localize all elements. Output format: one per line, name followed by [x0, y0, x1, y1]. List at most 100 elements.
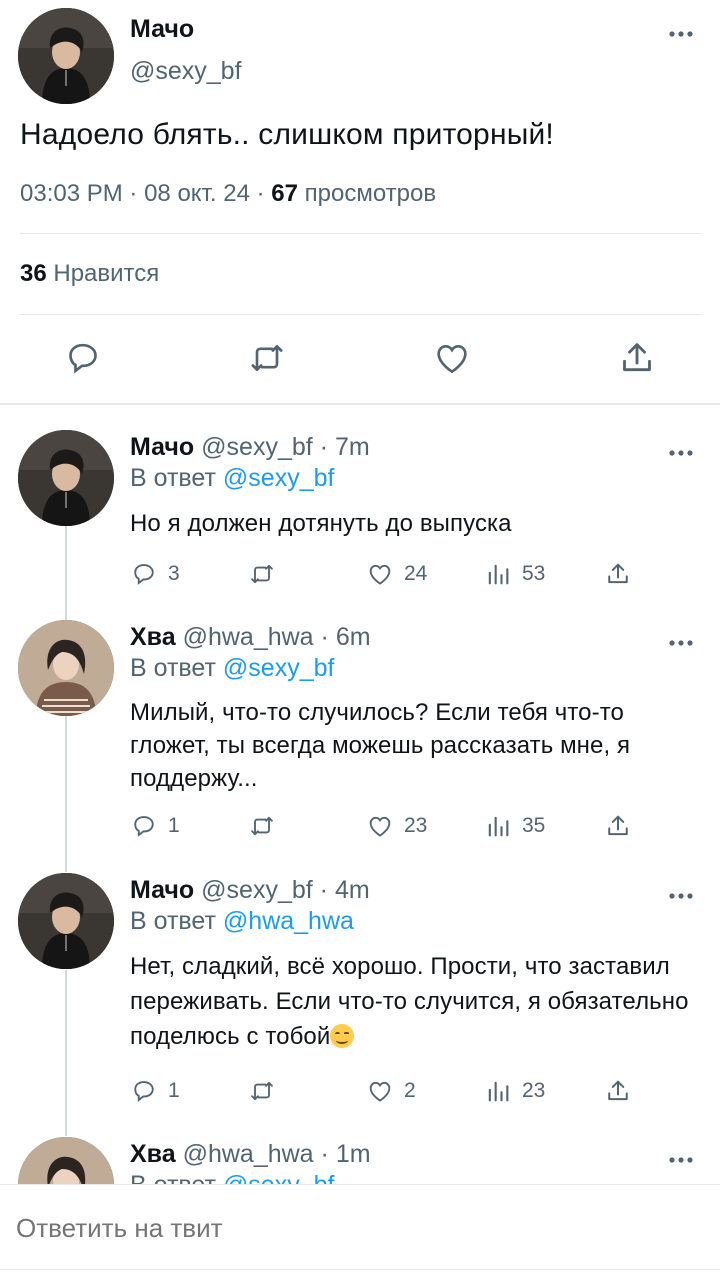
share-button[interactable] [604, 1075, 632, 1107]
reply-header: Мачо @sexy_bf · 7m [130, 433, 370, 462]
retweet-icon[interactable] [247, 338, 287, 378]
reply-button[interactable]: 3 [130, 558, 180, 590]
share-icon [604, 1077, 632, 1105]
author-name[interactable]: Мачо [130, 433, 194, 461]
heart-icon[interactable] [432, 338, 472, 378]
more-icon[interactable] [666, 443, 696, 463]
likes-summary[interactable]: 36 Нравится [20, 260, 159, 288]
main-tweet: Мачо @sexy_bf Надоело блять.. слишком пр… [0, 0, 720, 404]
author-name[interactable]: Хва [130, 623, 176, 651]
meta-dot: · [320, 623, 336, 651]
reply-time: 4m [334, 876, 370, 904]
share-button[interactable] [604, 558, 632, 590]
action-bar: 3 24 53 [130, 558, 650, 590]
tweet-meta: 03:03 PM · 08 окт. 24 · 67 просмотров [20, 180, 436, 208]
smiling-face-emoji [330, 1024, 355, 1048]
in-reply-to: В ответ @sexy_bf [130, 654, 334, 683]
thread-line [65, 716, 67, 872]
reply-button[interactable]: 1 [130, 1075, 180, 1107]
reply-input[interactable] [16, 1213, 616, 1244]
more-icon[interactable] [666, 633, 696, 653]
in-reply-to: В ответ @sexy_bf [130, 1171, 334, 1184]
author-handle[interactable]: @hwa_hwa [183, 623, 314, 651]
share-button[interactable] [604, 810, 632, 842]
in-reply-label: В ответ [130, 464, 216, 492]
like-button[interactable]: 2 [366, 1075, 416, 1107]
mention-link[interactable]: @hwa_hwa [223, 907, 354, 935]
reply-icon [130, 1077, 158, 1105]
avatar[interactable] [18, 8, 114, 104]
reply-tweet[interactable]: Хва @hwa_hwa · 1m В ответ @sexy_bf [0, 1137, 720, 1184]
meta-dot: · [129, 180, 145, 207]
more-icon[interactable] [666, 24, 696, 44]
in-reply-label: В ответ [130, 1171, 216, 1184]
views-count: 53 [522, 562, 546, 585]
heart-icon [366, 560, 394, 588]
views-icon [484, 1077, 512, 1105]
like-count: 24 [404, 562, 428, 585]
author-name[interactable]: Мачо [130, 15, 194, 44]
reply-icon[interactable] [63, 338, 103, 378]
reply-button[interactable]: 1 [130, 810, 180, 842]
likes-label: Нравится [53, 260, 160, 287]
divider [20, 314, 702, 315]
avatar[interactable] [18, 873, 114, 969]
avatar-image [18, 430, 114, 526]
in-reply-to: В ответ @hwa_hwa [130, 907, 354, 936]
views-button[interactable]: 23 [484, 1075, 545, 1107]
avatar-image [18, 8, 114, 104]
divider [20, 233, 702, 234]
author-handle[interactable]: @sexy_bf [201, 433, 313, 461]
share-icon [604, 812, 632, 840]
divider [0, 1269, 720, 1270]
action-bar: 1 23 35 [130, 810, 650, 842]
author-name[interactable]: Хва [130, 1140, 176, 1168]
share-icon [604, 560, 632, 588]
views-count: 67 [271, 180, 298, 207]
retweet-button[interactable] [248, 1075, 276, 1107]
views-count: 35 [522, 814, 546, 837]
views-label: просмотров [304, 180, 437, 207]
reply-header: Хва @hwa_hwa · 6m [130, 623, 371, 652]
section-divider [0, 403, 720, 405]
views-button[interactable]: 35 [484, 810, 545, 842]
mention-link[interactable]: @sexy_bf [223, 654, 335, 682]
reply-header: Мачо @sexy_bf · 4m [130, 876, 370, 905]
author-handle[interactable]: @sexy_bf [201, 876, 313, 904]
reply-icon [130, 560, 158, 588]
in-reply-label: В ответ [130, 907, 216, 935]
heart-icon [366, 812, 394, 840]
like-count: 23 [404, 814, 428, 837]
reply-text-content: Нет, сладкий, всё хорошо. Прости, что за… [130, 953, 689, 1050]
reply-icon [130, 812, 158, 840]
more-icon[interactable] [666, 1150, 696, 1170]
more-icon[interactable] [666, 886, 696, 906]
action-bar: 1 2 23 [130, 1075, 650, 1107]
tweet-text: Надоело блять.. слишком приторный! [20, 118, 554, 151]
author-handle[interactable]: @sexy_bf [130, 57, 242, 86]
avatar[interactable] [18, 1137, 114, 1184]
in-reply-label: В ответ [130, 654, 216, 682]
views-count: 23 [522, 1079, 546, 1102]
like-button[interactable]: 23 [366, 810, 427, 842]
like-count: 2 [404, 1079, 416, 1102]
mention-link[interactable]: @sexy_bf [223, 1171, 335, 1184]
share-icon[interactable] [617, 338, 657, 378]
avatar[interactable] [18, 620, 114, 716]
reply-time: 1m [335, 1140, 371, 1168]
reply-time: 6m [335, 623, 371, 651]
mention-link[interactable]: @sexy_bf [223, 464, 335, 492]
views-icon [484, 560, 512, 588]
avatar[interactable] [18, 430, 114, 526]
author-handle[interactable]: @hwa_hwa [183, 1140, 314, 1168]
retweet-icon [248, 560, 276, 588]
meta-dot: · [319, 433, 335, 461]
views-button[interactable]: 53 [484, 558, 545, 590]
reply-text: Нет, сладкий, всё хорошо. Прости, что за… [130, 949, 705, 1054]
like-button[interactable]: 24 [366, 558, 427, 590]
thread-line [65, 970, 67, 1136]
retweet-button[interactable] [248, 558, 276, 590]
retweet-button[interactable] [248, 810, 276, 842]
reply-text: Но я должен дотянуть до выпуска [130, 510, 512, 537]
author-name[interactable]: Мачо [130, 876, 194, 904]
